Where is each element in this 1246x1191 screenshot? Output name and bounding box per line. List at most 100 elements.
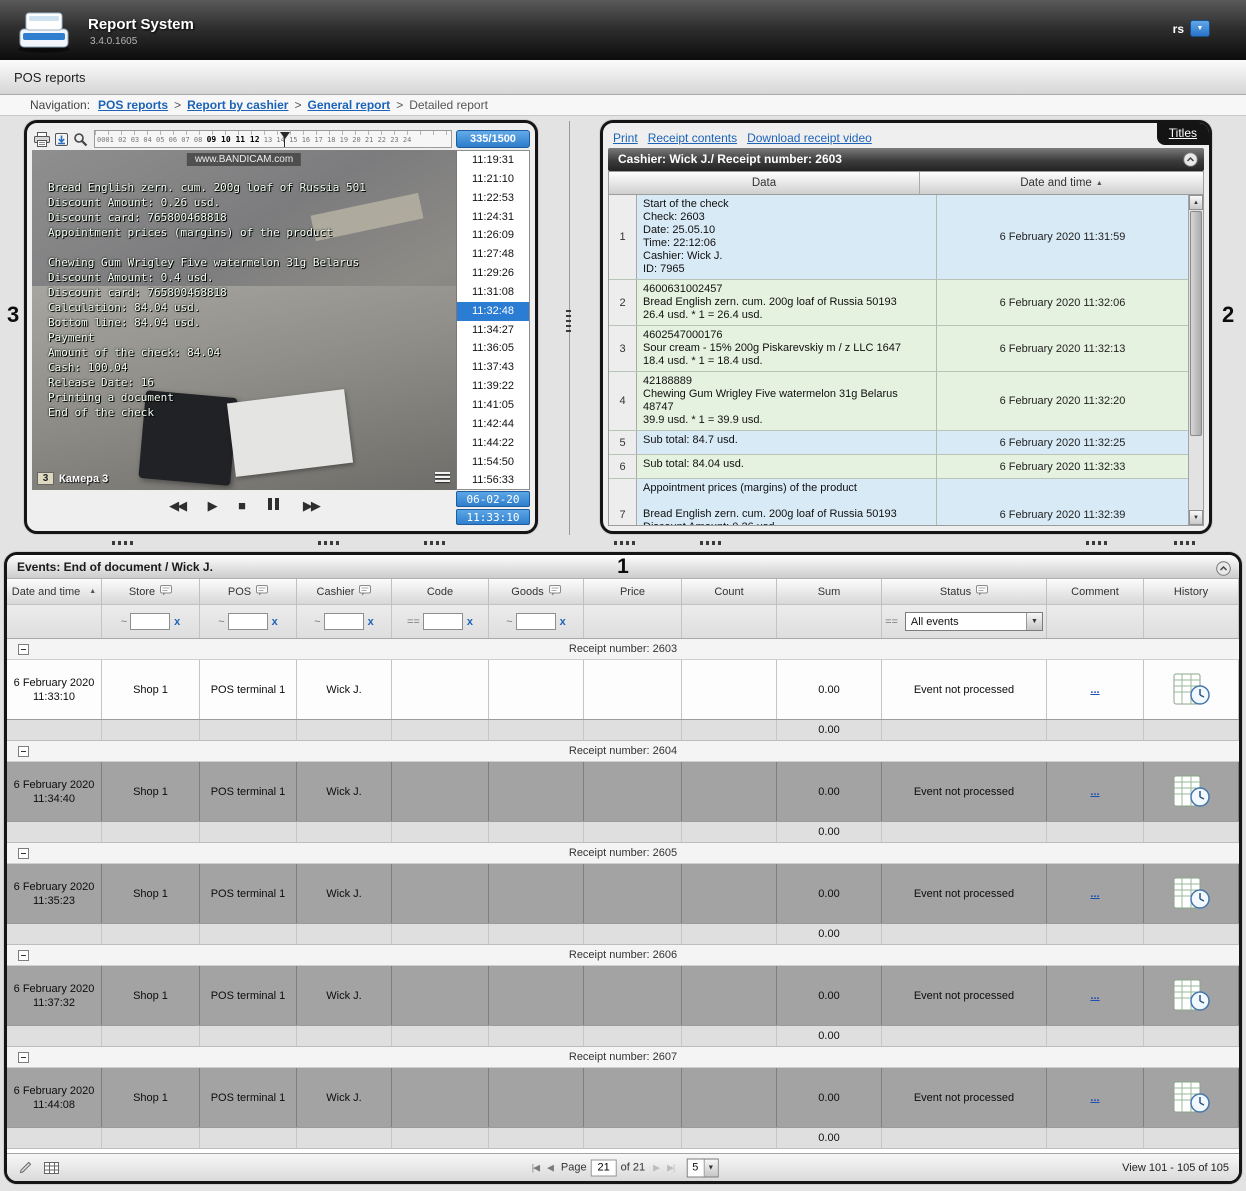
column-header-pos[interactable]: POS (200, 579, 297, 604)
pos-filter-input[interactable] (228, 613, 268, 630)
fast-forward-button[interactable]: ▶▶ (303, 498, 319, 514)
event-row[interactable]: 6 February 2020 11:33:10 Shop 1 POS term… (7, 660, 1239, 720)
receipt-row[interactable]: 7 Appointment prices (margins) of the pr… (609, 479, 1188, 525)
column-header-price[interactable]: Price (584, 579, 682, 604)
comment-link[interactable]: ... (1090, 786, 1099, 798)
time-list-item[interactable]: 11:54:50 (457, 453, 529, 472)
history-icon[interactable] (1171, 877, 1211, 911)
play-button[interactable]: ▶ (208, 498, 216, 514)
clear-filter-button[interactable]: x (560, 616, 566, 628)
pause-button[interactable] (266, 498, 280, 513)
titles-link[interactable]: Titles (1157, 123, 1209, 145)
collapse-panel-icon[interactable] (1216, 560, 1231, 584)
receipt-row[interactable]: 3 4602547000176 Sour cream - 15% 200g Pi… (609, 326, 1188, 372)
comment-link[interactable]: ... (1090, 888, 1099, 900)
user-menu-button[interactable]: ▼ (1190, 20, 1210, 37)
time-list-item[interactable]: 11:56:33 (457, 471, 529, 490)
receipt-row[interactable]: 6 Sub total: 84.04 usd. 6 February 2020 … (609, 455, 1188, 479)
page-size-select[interactable]: 5 ▼ (686, 1158, 718, 1177)
filter-icon[interactable] (976, 585, 988, 599)
cashier-filter-input[interactable] (324, 613, 364, 630)
prev-page-button[interactable]: ◀ (547, 1162, 553, 1173)
history-icon[interactable] (1171, 673, 1211, 707)
export-icon[interactable] (54, 132, 69, 147)
scrollbar[interactable]: ▲ ▼ (1188, 195, 1203, 525)
download-receipt-video-link[interactable]: Download receipt video (747, 131, 872, 145)
horizontal-splitter[interactable] (0, 540, 1246, 546)
filter-icon[interactable] (160, 585, 172, 599)
column-header-date[interactable]: Date and time ▲ (7, 579, 102, 604)
time-list-item[interactable]: 11:34:27 (457, 321, 529, 340)
store-filter-input[interactable] (130, 613, 170, 630)
time-list-item[interactable]: 11:22:53 (457, 189, 529, 208)
comment-link[interactable]: ... (1090, 1092, 1099, 1104)
clear-filter-button[interactable]: x (272, 616, 278, 628)
collapse-panel-icon[interactable] (1183, 152, 1198, 175)
column-header-sum[interactable]: Sum (777, 579, 882, 604)
goods-filter-input[interactable] (516, 613, 556, 630)
print-icon[interactable] (34, 132, 50, 147)
video-timeline[interactable]: 0001 02 03 04 05 06 07 08 09 10 11 12 13… (94, 130, 452, 148)
event-row[interactable]: 6 February 2020 11:37:32 Shop 1 POS term… (7, 966, 1239, 1026)
time-list-item[interactable]: 11:36:05 (457, 339, 529, 358)
receipt-row[interactable]: 1 Start of the check Check: 2603 Date: 2… (609, 195, 1188, 280)
event-row[interactable]: 6 February 2020 11:35:23 Shop 1 POS term… (7, 864, 1239, 924)
collapse-group-icon[interactable] (18, 950, 29, 961)
video-frame[interactable]: www.BANDICAM.com Bread English zern. cum… (32, 150, 456, 490)
receipt-group-header[interactable]: Receipt number: 2603 (7, 639, 1239, 660)
rewind-button[interactable]: ◀◀ (169, 498, 185, 514)
breadcrumb-link-general-report[interactable]: General report (307, 98, 390, 112)
column-header-store[interactable]: Store (102, 579, 200, 604)
receipt-group-header[interactable]: Receipt number: 2606 (7, 945, 1239, 966)
column-header-code[interactable]: Code (392, 579, 489, 604)
page-input[interactable] (591, 1159, 617, 1176)
menu-icon[interactable] (435, 470, 450, 484)
scroll-down-icon[interactable]: ▼ (1189, 510, 1203, 525)
time-list-item-selected[interactable]: 11:32:48 (457, 302, 529, 321)
breadcrumb-link-pos-reports[interactable]: POS reports (98, 98, 168, 112)
filter-icon[interactable] (256, 585, 268, 599)
grid-icon[interactable] (44, 1162, 59, 1174)
print-link[interactable]: Print (613, 131, 638, 145)
column-header-count[interactable]: Count (682, 579, 777, 604)
time-list-item[interactable]: 11:31:08 (457, 283, 529, 302)
event-row[interactable]: 6 February 2020 11:44:08 Shop 1 POS term… (7, 1068, 1239, 1128)
event-row[interactable]: 6 February 2020 11:34:40 Shop 1 POS term… (7, 762, 1239, 822)
code-filter-input[interactable] (423, 613, 463, 630)
time-list-item[interactable]: 11:29:26 (457, 264, 529, 283)
history-icon[interactable] (1171, 775, 1211, 809)
comment-link[interactable]: ... (1090, 684, 1099, 696)
receipt-row[interactable]: 5 Sub total: 84.7 usd. 6 February 2020 1… (609, 431, 1188, 455)
last-page-button[interactable]: ▶| (667, 1162, 674, 1173)
next-page-button[interactable]: ▶ (653, 1162, 659, 1173)
column-header-comment[interactable]: Comment (1047, 579, 1144, 604)
time-list-item[interactable]: 11:37:43 (457, 358, 529, 377)
time-list-item[interactable]: 11:26:09 (457, 226, 529, 245)
column-header-cashier[interactable]: Cashier (297, 579, 392, 604)
search-icon[interactable] (73, 132, 88, 147)
collapse-group-icon[interactable] (18, 644, 29, 655)
receipt-row[interactable]: 2 4600631002457 Bread English zern. cum.… (609, 280, 1188, 326)
first-page-button[interactable]: |◀ (532, 1162, 539, 1173)
column-header-status[interactable]: Status (882, 579, 1047, 604)
receipt-group-header[interactable]: Receipt number: 2605 (7, 843, 1239, 864)
scrollbar-thumb[interactable] (1190, 211, 1202, 436)
time-list-item[interactable]: 11:44:22 (457, 434, 529, 453)
time-list-item[interactable]: 11:21:10 (457, 170, 529, 189)
history-icon[interactable] (1171, 979, 1211, 1013)
time-list-item[interactable]: 11:42:44 (457, 415, 529, 434)
clear-filter-button[interactable]: x (368, 616, 374, 628)
collapse-group-icon[interactable] (18, 746, 29, 757)
time-list-item[interactable]: 11:41:05 (457, 396, 529, 415)
receipt-row[interactable]: 4 42188889 Chewing Gum Wrigley Five wate… (609, 372, 1188, 431)
filter-icon[interactable] (359, 585, 371, 599)
vertical-splitter-handle[interactable] (566, 310, 571, 334)
clear-filter-button[interactable]: x (467, 616, 473, 628)
breadcrumb-link-report-by-cashier[interactable]: Report by cashier (187, 98, 288, 112)
clear-filter-button[interactable]: x (174, 616, 180, 628)
column-header-goods[interactable]: Goods (489, 579, 584, 604)
column-header-datetime[interactable]: Date and time ▲ (920, 172, 1203, 194)
time-list-item[interactable]: 11:27:48 (457, 245, 529, 264)
resize-icon[interactable] (19, 1161, 32, 1174)
receipt-group-header[interactable]: Receipt number: 2604 (7, 741, 1239, 762)
